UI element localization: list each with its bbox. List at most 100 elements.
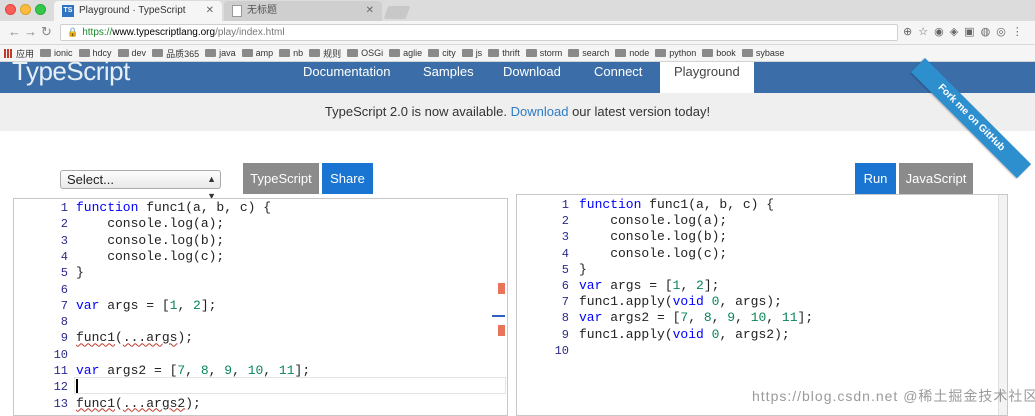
folder-icon <box>205 49 217 57</box>
bookmark-item[interactable]: java <box>205 48 236 58</box>
code-text: func1(...args); <box>76 330 194 346</box>
bookmark-item[interactable]: city <box>428 48 456 58</box>
back-arrow-icon[interactable]: ← <box>8 24 21 39</box>
tab-title: Playground · TypeScript <box>79 5 186 16</box>
close-window-button[interactable] <box>5 4 16 15</box>
download-link[interactable]: Download <box>511 104 569 119</box>
sample-select[interactable]: Select... ▲ ▼ <box>60 170 221 201</box>
typescript-button[interactable]: TypeScript <box>243 163 319 194</box>
line-number: 3 <box>561 230 569 245</box>
close-icon[interactable]: ✕ <box>206 1 214 21</box>
bookmark-item[interactable]: js <box>461 48 483 58</box>
code-line: 3 console.log(b); <box>517 229 1007 245</box>
line-number: 4 <box>60 249 68 264</box>
typescript-logo[interactable]: TypeScript <box>12 56 130 87</box>
bookmark-item[interactable]: amp <box>241 48 273 58</box>
bookmark-item[interactable]: storm <box>525 48 562 58</box>
code-line: 5} <box>14 265 507 281</box>
typescript-editor[interactable]: 1 function func1(a, b, c) {2 console.log(… <box>13 198 508 416</box>
bookmark-item[interactable]: node <box>615 48 649 58</box>
code-text: func1.apply(void 0, args2); <box>579 326 790 342</box>
line-number: 10 <box>554 343 569 358</box>
code-line: 11 var args2 = [7, 8, 9, 10, 11]; <box>14 363 507 379</box>
nav-samples[interactable]: Samples <box>423 62 474 93</box>
code-text: var args2 = [7, 8, 9, 10, 11]; <box>76 363 311 378</box>
nav-documentation[interactable]: Documentation <box>303 62 390 93</box>
bookmark-item[interactable]: sybase <box>741 48 785 58</box>
code-line: 1 function func1(a, b, c) { <box>14 200 507 216</box>
bookmark-item[interactable]: 规则 <box>309 47 341 60</box>
extension-icon[interactable]: ◍ <box>981 25 991 38</box>
line-number: 8 <box>60 315 68 330</box>
maximize-window-button[interactable] <box>35 4 46 15</box>
code-text: var args = [1, 2]; <box>579 278 720 293</box>
zoom-icon[interactable]: ⊕ <box>903 25 912 38</box>
javascript-output-editor[interactable]: 1 function func1(a, b, c) {2 console.log(… <box>516 194 1008 416</box>
bookmark-label: city <box>442 48 456 58</box>
code-text: console.log(b); <box>579 229 728 245</box>
code-line: 4 console.log(c); <box>517 246 1007 262</box>
bookmark-label: thrift <box>502 48 520 58</box>
bookmark-item[interactable]: 品质365 <box>152 47 199 60</box>
code-line: 8 var args2 = [7, 8, 9, 10, 11]; <box>517 310 1007 326</box>
share-button[interactable]: Share <box>322 163 373 194</box>
code-line: 7 var args = [1, 2]; <box>14 298 507 314</box>
reload-icon[interactable]: ↻ <box>41 24 52 40</box>
close-icon[interactable]: ✕ <box>366 1 374 21</box>
bookmark-label: java <box>219 48 236 58</box>
bookmark-label: 品质365 <box>166 48 200 59</box>
bookmark-item[interactable]: thrift <box>488 48 520 58</box>
line-number: 2 <box>561 214 569 229</box>
javascript-button[interactable]: JavaScript <box>899 163 973 194</box>
extension-icon[interactable]: ◎ <box>996 25 1006 38</box>
new-tab-button[interactable] <box>383 6 411 19</box>
url-input[interactable]: 🔒 https://www.typescriptlang.org/play/in… <box>60 24 898 41</box>
bookmark-item[interactable]: OSGi <box>347 48 383 58</box>
code-text: func1.apply(void 0, args); <box>579 294 782 310</box>
bookmark-label: js <box>475 48 483 58</box>
code-line: 5} <box>517 262 1007 278</box>
extension-icon[interactable]: ◉ <box>934 25 944 38</box>
forward-arrow-icon[interactable]: → <box>24 24 37 39</box>
bookmark-item[interactable]: python <box>655 48 696 58</box>
star-icon[interactable]: ☆ <box>918 25 928 38</box>
ts-icon: TS <box>62 5 74 17</box>
document-icon <box>232 5 242 17</box>
run-button[interactable]: Run <box>855 163 896 194</box>
folder-icon <box>389 49 401 57</box>
line-number: 13 <box>53 396 68 411</box>
code-line: 6 var args = [1, 2]; <box>517 278 1007 294</box>
extension-icons: ⊕ ☆ ◉ ◈ ▣ ◍ ◎ ⋮ <box>903 25 1023 38</box>
menu-icon[interactable]: ⋮ <box>1012 25 1023 38</box>
extension-icon[interactable]: ▣ <box>964 25 974 38</box>
bookmark-label: sybase <box>755 48 785 58</box>
code-text: function func1(a, b, c) { <box>76 200 272 215</box>
minimize-window-button[interactable] <box>20 4 31 15</box>
bookmark-item[interactable]: nb <box>279 48 303 58</box>
code-text: console.log(a); <box>76 216 225 232</box>
code-text: console.log(b); <box>76 232 225 248</box>
browser-tab-untitled[interactable]: 无标题 ✕ <box>224 1 382 21</box>
line-number: 8 <box>561 311 569 326</box>
watermark: https://blog.csdn.net @稀土掘金技术社区 <box>752 388 1035 404</box>
code-text: var args2 = [7, 8, 9, 10, 11]; <box>579 310 814 326</box>
bookmark-label: nb <box>293 48 304 58</box>
bookmark-item[interactable]: aglie <box>389 48 422 58</box>
browser-tab-playground[interactable]: TS Playground · TypeScript ✕ <box>54 1 222 21</box>
nav-download[interactable]: Download <box>503 62 561 93</box>
bookmark-item[interactable]: search <box>568 48 609 58</box>
bookmark-item[interactable]: book <box>702 48 736 58</box>
bookmark-label: 规则 <box>323 48 342 59</box>
nav-playground[interactable]: Playground <box>660 62 754 93</box>
line-number: 6 <box>60 282 68 297</box>
extension-icon[interactable]: ◈ <box>950 25 958 38</box>
line-number: 12 <box>53 380 68 395</box>
code-line: 2 console.log(a); <box>517 213 1007 229</box>
line-number: 9 <box>60 331 68 346</box>
nav-connect[interactable]: Connect <box>594 62 642 93</box>
line-number: 5 <box>60 266 68 281</box>
code-line: 1 function func1(a, b, c) { <box>517 197 1007 213</box>
folder-icon <box>568 49 580 57</box>
bookmark-label: dev <box>131 48 147 58</box>
bookmark-label: aglie <box>403 48 423 58</box>
